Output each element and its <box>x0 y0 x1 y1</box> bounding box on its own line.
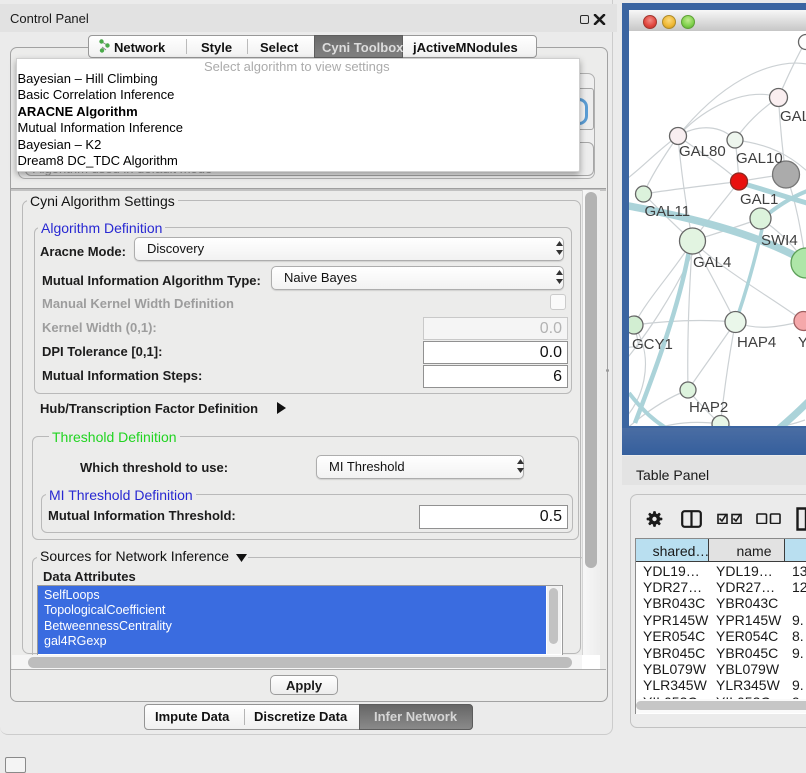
svg-text:GAL11: GAL11 <box>645 203 691 220</box>
svg-text:GAL10: GAL10 <box>736 150 783 167</box>
svg-text:GAL1: GAL1 <box>740 191 778 208</box>
svg-text:SWI4: SWI4 <box>761 232 798 249</box>
svg-text:HAP2: HAP2 <box>689 399 728 416</box>
svg-text:GAL4: GAL4 <box>693 254 731 271</box>
svg-text:GAL80: GAL80 <box>679 143 726 160</box>
svg-text:HAP4: HAP4 <box>737 334 776 351</box>
svg-text:Y: Y <box>798 334 806 351</box>
svg-text:GCY1: GCY1 <box>632 336 673 353</box>
svg-text:GAL2: GAL2 <box>780 108 806 125</box>
